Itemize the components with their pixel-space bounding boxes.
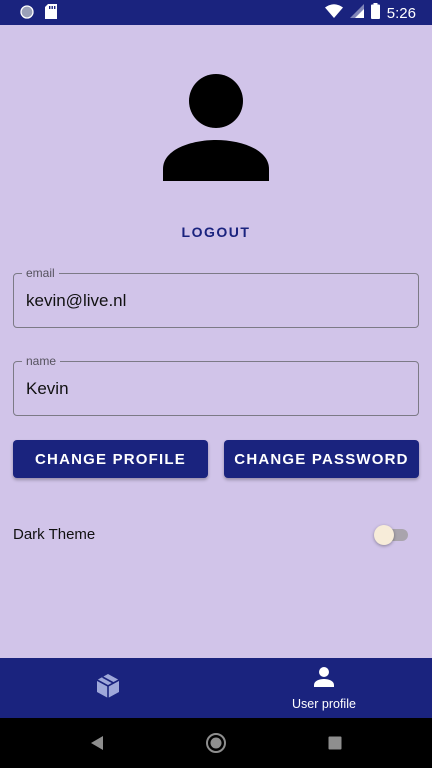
- person-icon: [313, 666, 335, 693]
- name-field-label: name: [22, 354, 61, 368]
- status-bar: 5:26: [0, 0, 432, 25]
- recents-square-icon[interactable]: [326, 718, 344, 768]
- nav-item-home[interactable]: [0, 658, 216, 718]
- status-right: 5:26: [324, 3, 416, 24]
- nav-item-label: User profile: [292, 696, 356, 711]
- wifi-icon: [324, 4, 343, 23]
- status-left: [20, 4, 57, 24]
- email-field-label: email: [22, 266, 59, 280]
- change-password-button[interactable]: CHANGE PASSWORD: [224, 440, 419, 478]
- cell-signal-icon: [349, 4, 364, 23]
- logout-button[interactable]: LOGOUT: [160, 218, 272, 246]
- notification-circle-icon: [20, 4, 34, 24]
- email-input[interactable]: [26, 290, 406, 312]
- box-icon: [94, 672, 122, 705]
- nav-item-user-profile[interactable]: User profile: [216, 658, 432, 718]
- change-profile-button[interactable]: CHANGE PROFILE: [13, 440, 208, 478]
- name-field[interactable]: name: [13, 354, 419, 416]
- dark-theme-toggle[interactable]: [374, 524, 410, 546]
- dark-theme-label: Dark Theme: [13, 526, 96, 543]
- toggle-thumb: [374, 525, 394, 545]
- status-time: 5:26: [386, 5, 416, 22]
- bottom-navigation: User profile: [0, 658, 432, 718]
- name-input[interactable]: [26, 378, 406, 400]
- battery-icon: [370, 3, 380, 24]
- sd-card-icon: [45, 4, 57, 24]
- home-circle-icon[interactable]: [203, 718, 229, 768]
- user-profile-screen: 5:26 LOGOUT email name CHANGE PROFILE CH…: [0, 0, 432, 768]
- profile-avatar-icon: [162, 74, 270, 182]
- back-icon[interactable]: [86, 718, 108, 768]
- system-navigation-bar: [0, 718, 432, 768]
- email-field[interactable]: email: [13, 266, 419, 328]
